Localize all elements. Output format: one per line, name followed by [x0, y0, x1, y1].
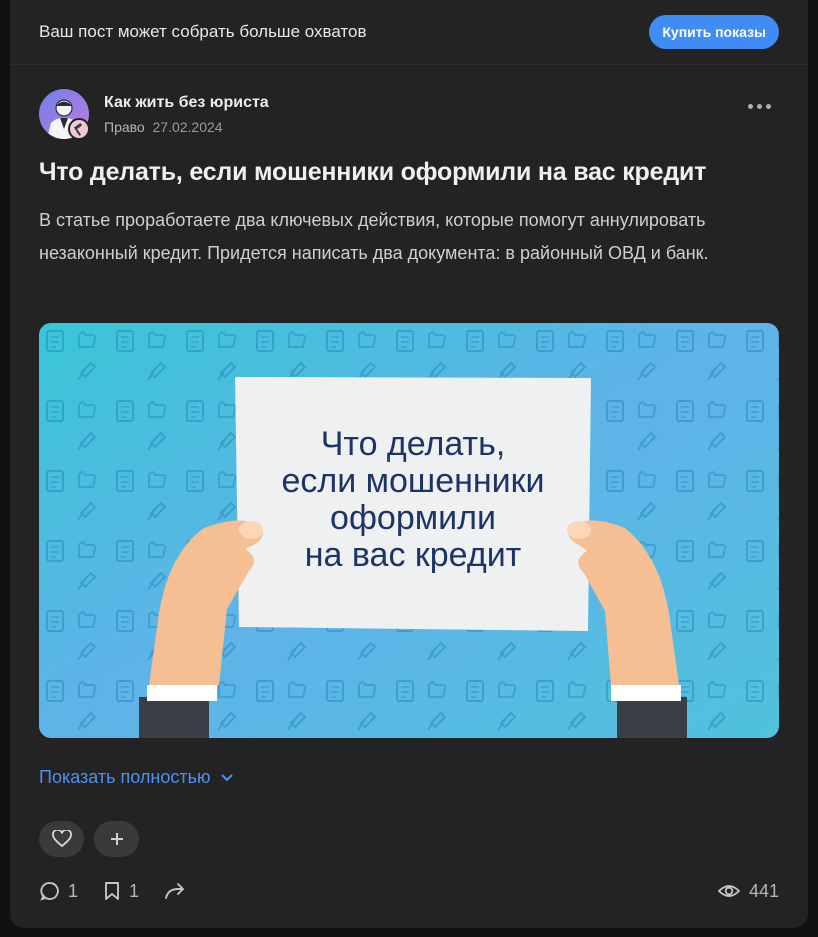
avatar[interactable] [39, 89, 90, 140]
share-button[interactable] [163, 881, 187, 901]
bookmark-icon [105, 882, 119, 900]
show-more-link[interactable]: Показать полностью [39, 767, 234, 788]
views-counter: 441 [717, 881, 779, 902]
bookmarks-count: 1 [129, 880, 140, 901]
eye-icon [717, 885, 741, 897]
promo-bar: Ваш пост может собрать больше охватов Ку… [10, 0, 808, 65]
chevron-down-icon [221, 773, 234, 781]
heart-icon [51, 830, 72, 848]
post-cover-image[interactable]: Что делать, если мошенники оформили на в… [39, 323, 779, 738]
share-icon [165, 883, 184, 899]
add-reaction-button[interactable] [94, 821, 139, 857]
post-date: 27.02.2024 [152, 119, 223, 135]
cover-text-line-1: Что делать, [321, 425, 506, 463]
post-card: Ваш пост может собрать больше охватов Ку… [10, 0, 808, 928]
comments-button[interactable]: 1 [39, 880, 78, 902]
views-count: 441 [748, 880, 779, 901]
cover-text-line-3: оформили [330, 499, 496, 537]
post-category[interactable]: Право [104, 119, 145, 135]
post-stats: 1 1 441 [39, 880, 779, 902]
buy-impressions-button[interactable]: Купить показы [649, 15, 779, 49]
comment-icon [40, 882, 59, 901]
show-more-label: Показать полностью [39, 767, 211, 787]
post-description: В статье проработаете два ключевых дейст… [39, 210, 709, 263]
promo-text: Ваш пост может собрать больше охватов [39, 22, 367, 41]
cover-text-line-4: на вас кредит [305, 536, 522, 574]
author-name[interactable]: Как жить без юриста [104, 94, 269, 112]
post-title[interactable]: Что делать, если мошенники оформили на в… [39, 158, 706, 187]
comments-count: 1 [68, 880, 79, 901]
cover-text-line-2: если мошенники [281, 462, 544, 500]
more-icon[interactable] [748, 104, 771, 109]
like-button[interactable] [39, 821, 84, 857]
author-block: Как жить без юриста Право 27.02.2024 [39, 89, 269, 140]
plus-icon [110, 833, 123, 845]
bookmark-button[interactable]: 1 [102, 880, 139, 902]
